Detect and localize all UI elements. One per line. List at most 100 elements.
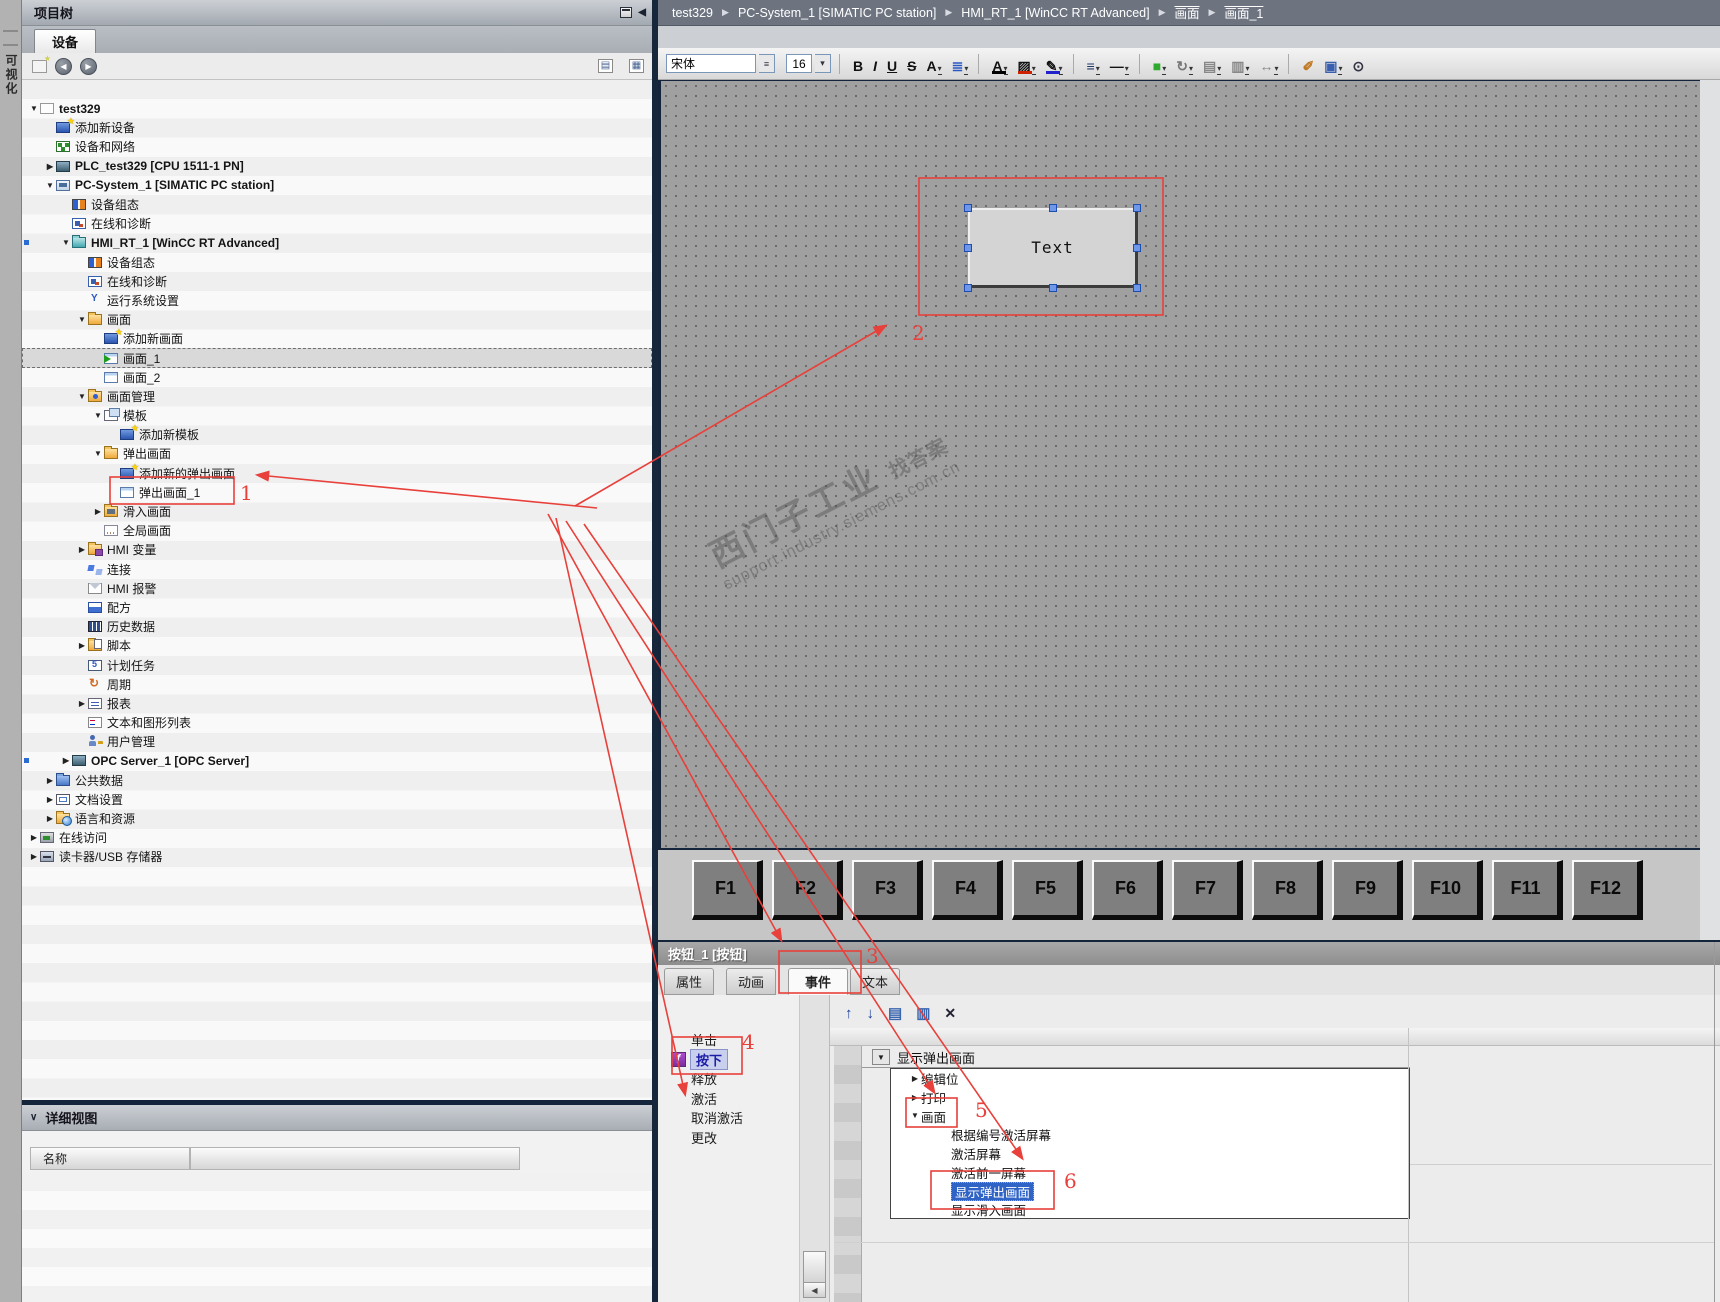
tree-item-用户管理[interactable]: 用户管理 [22, 732, 652, 751]
event-item-按下[interactable]: 按下 [658, 1048, 799, 1070]
event-item-更改[interactable]: 更改 [658, 1128, 799, 1148]
softkey-F4[interactable]: F4 [932, 860, 1003, 920]
move-up-icon[interactable]: ↑ [845, 1005, 853, 1022]
expand-closed-icon[interactable]: ▶ [28, 833, 40, 842]
tree-item-设备组态[interactable]: 设备组态 [22, 195, 652, 214]
border-style-button[interactable]: ≡ ▾ [1085, 53, 1102, 75]
tree-item-滑入画面[interactable]: ▶ 滑入画面 [22, 502, 652, 521]
expand-closed-icon[interactable]: ▶ [44, 162, 56, 171]
tree-item-脚本[interactable]: ▶ 脚本 [22, 636, 652, 655]
tree-item-文档设置[interactable]: ▶ 文档设置 [22, 790, 652, 809]
background-color-button[interactable]: ▨ ▾ [1016, 53, 1038, 75]
selection-handle[interactable] [964, 244, 972, 252]
alignment-button[interactable]: ≣ ▾ [950, 53, 971, 75]
selected-function-label[interactable]: 显示弹出画面 [897, 1048, 975, 1067]
function-tree-item-激活前一屏幕[interactable]: 激活前一屏幕 [891, 1163, 1409, 1182]
expand-closed-icon[interactable]: ▶ [92, 507, 104, 516]
softkey-F7[interactable]: F7 [1172, 860, 1243, 920]
function-combo-dropdown-icon[interactable]: ▼ [872, 1049, 890, 1065]
expand-open-icon[interactable]: ▼ [92, 411, 104, 420]
tree-item-在线和诊断[interactable]: 在线和诊断 [22, 272, 652, 291]
line-style-button[interactable]: ― ▾ [1108, 53, 1131, 75]
expand-open-icon[interactable]: ▼ [60, 238, 72, 247]
expand-all-icon[interactable]: ▤ [888, 1004, 902, 1022]
tree-item-画面_1[interactable]: 画面_1 [22, 348, 652, 368]
expand-closed-icon[interactable]: ▶ [909, 1074, 921, 1083]
align-objects-button[interactable]: ▤ ▾ [1201, 53, 1223, 75]
selection-handle[interactable] [1049, 284, 1057, 292]
tree-item-添加新画面[interactable]: 添加新画面 [22, 327, 652, 348]
italic-button[interactable]: I [871, 53, 879, 75]
underline-button[interactable]: U [885, 53, 899, 75]
expand-closed-icon[interactable]: ▶ [76, 699, 88, 708]
screen-editor-canvas[interactable]: 西门子工业 找答案 support.industry.siemens.com.c… [658, 80, 1700, 848]
tree-item-HMI 变量[interactable]: ▶ HMI 变量 [22, 540, 652, 559]
tree-item-画面管理[interactable]: ▼ 画面管理 [22, 387, 652, 406]
event-item-取消激活[interactable]: 取消激活 [658, 1108, 799, 1128]
tree-item-弹出画面[interactable]: ▼ 弹出画面 [22, 444, 652, 463]
tree-item-计划任务[interactable]: 计划任务 [22, 655, 652, 674]
function-tree-item-根据编号激活屏幕[interactable]: 根据编号激活屏幕 [891, 1125, 1409, 1144]
tree-item-读卡器/USB 存储器[interactable]: ▶ 读卡器/USB 存储器 [22, 847, 652, 866]
softkey-F3[interactable]: F3 [852, 860, 923, 920]
function-tree-item-画面[interactable]: ▼ 画面 [891, 1107, 1409, 1126]
forward-icon[interactable]: ▶ [80, 57, 97, 75]
expand-closed-icon[interactable]: ▶ [60, 756, 72, 765]
selection-handle[interactable] [1133, 284, 1141, 292]
expand-closed-icon[interactable]: ▶ [44, 814, 56, 823]
chevron-down-icon[interactable]: ∨ [30, 1112, 37, 1123]
details-view-icon[interactable]: ▦ [629, 59, 644, 73]
bold-button[interactable]: B [851, 53, 865, 75]
expand-open-icon[interactable]: ▼ [76, 392, 88, 401]
tree-item-报表[interactable]: ▶ 报表 [22, 694, 652, 713]
selection-handle[interactable] [964, 204, 972, 212]
selection-handle[interactable] [964, 284, 972, 292]
tree-item-添加新设备[interactable]: 添加新设备 [22, 116, 652, 137]
softkey-F8[interactable]: F8 [1252, 860, 1323, 920]
event-item-释放[interactable]: 释放 [658, 1069, 799, 1089]
new-item-icon[interactable] [32, 54, 51, 73]
expand-open-icon[interactable]: ▼ [44, 181, 56, 190]
softkey-F2[interactable]: F2 [772, 860, 843, 920]
function-tree-item-打印[interactable]: ▶ 打印 [891, 1088, 1409, 1107]
object-color-button[interactable]: ■ ▾ [1151, 53, 1168, 75]
expand-closed-icon[interactable]: ▶ [909, 1093, 921, 1102]
event-item-单击[interactable]: 单击 [658, 1030, 799, 1050]
softkey-F9[interactable]: F9 [1332, 860, 1403, 920]
tree-item-连接[interactable]: 连接 [22, 560, 652, 579]
tab-事件[interactable]: 事件 [788, 968, 848, 995]
tree-item-添加新的弹出画面[interactable]: 添加新的弹出画面 [22, 462, 652, 483]
tree-item-周期[interactable]: 周期 [22, 675, 652, 694]
border-color-button[interactable]: ✎ ▾ [1044, 53, 1065, 75]
delete-icon[interactable]: ✕ [944, 1005, 956, 1022]
expand-closed-icon[interactable]: ▶ [44, 776, 56, 785]
collapse-panel-icon[interactable]: ◀ [638, 7, 646, 18]
font-size-dropdown-icon[interactable]: ▾ [815, 54, 831, 73]
tree-item-配方[interactable]: 配方 [22, 598, 652, 617]
softkey-F10[interactable]: F10 [1412, 860, 1483, 920]
tab-动画[interactable]: 动画 [726, 968, 776, 995]
expand-open-icon[interactable]: ▼ [28, 104, 40, 113]
tree-item-在线和诊断[interactable]: 在线和诊断 [22, 214, 652, 233]
breadcrumb-item[interactable]: PC-System_1 [SIMATIC PC station] [738, 6, 936, 20]
format-paint-button[interactable]: ✐ [1300, 53, 1316, 75]
breadcrumb-item[interactable]: 画面 [1175, 3, 1200, 22]
softkey-F11[interactable]: F11 [1492, 860, 1563, 920]
breadcrumb-item[interactable]: HMI_RT_1 [WinCC RT Advanced] [961, 6, 1149, 20]
softkey-F1[interactable]: F1 [692, 860, 763, 920]
function-tree-item-激活屏幕[interactable]: 激活屏幕 [891, 1144, 1409, 1163]
function-tree-item-显示弹出画面[interactable]: 显示弹出画面 [891, 1181, 1409, 1201]
collapse-all-icon[interactable]: ▥ [916, 1004, 930, 1022]
tree-item-全局画面[interactable]: 全局画面 [22, 521, 652, 540]
selection-handle[interactable] [1133, 204, 1141, 212]
tree-item-画面_2[interactable]: 画面_2 [22, 368, 652, 387]
distribute-objects-button[interactable]: ▥ ▾ [1229, 53, 1251, 75]
breadcrumb-item[interactable]: test329 [672, 6, 713, 20]
tree-item-弹出画面_1[interactable]: 弹出画面_1 [22, 483, 652, 502]
expand-closed-icon[interactable]: ▶ [76, 641, 88, 650]
softkey-F6[interactable]: F6 [1092, 860, 1163, 920]
tree-item-PC-System_1 [SIMATIC PC station][interactable]: ▼ PC-System_1 [SIMATIC PC station] [22, 176, 652, 195]
back-icon[interactable]: ◀ [55, 57, 72, 75]
selection-handle[interactable] [1133, 244, 1141, 252]
expand-open-icon[interactable]: ▼ [909, 1111, 921, 1120]
